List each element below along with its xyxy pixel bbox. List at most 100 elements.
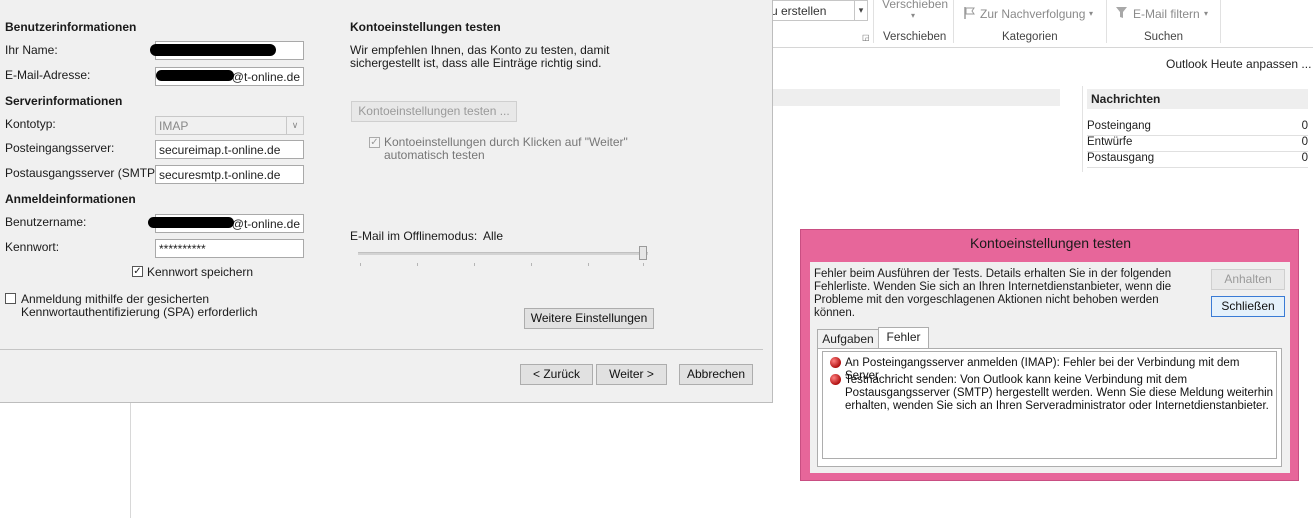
password-field[interactable]: ********** <box>155 239 304 258</box>
offline-mode-label: E-Mail im Offlinemodus: <box>350 229 478 243</box>
spa-label-line2: Kennwortauthentifizierung (SPA) erforder… <box>21 305 258 319</box>
email-label: E-Mail-Adresse: <box>5 68 91 82</box>
outgoing-server-value: securesmtp.t-online.de <box>159 168 281 182</box>
chevron-down-icon: ▾ <box>1089 9 1094 18</box>
messages-row-label: Postausgang <box>1087 152 1155 164</box>
filter-email-button[interactable]: E-Mail filtern <box>1133 7 1200 21</box>
quick-steps-combo[interactable]: u erstellen ▾ <box>768 0 868 21</box>
auto-test-label-line2: automatisch testen <box>384 148 485 162</box>
divider <box>1082 86 1083 172</box>
test-account-settings-dialog: Kontoeinstellungen testen Fehler beim Au… <box>800 229 1299 481</box>
username-field-value: @t-online.de <box>231 217 300 231</box>
auto-test-checkbox: ✓ <box>369 137 380 148</box>
ribbon-separator <box>873 0 874 43</box>
section-header-test: Kontoeinstellungen testen <box>350 20 501 34</box>
customize-outlook-today-link[interactable]: Outlook Heute anpassen ... <box>1166 57 1311 71</box>
account-type-label: Kontotyp: <box>5 117 56 131</box>
group-label-move: Verschieben <box>883 31 947 43</box>
slider-tick <box>643 263 644 266</box>
slider-tick <box>588 263 589 266</box>
slider-tick <box>531 263 532 266</box>
quick-steps-combo-text: u erstellen <box>771 4 827 18</box>
chevron-down-icon: ▾ <box>1204 9 1209 18</box>
spa-label-line1: Anmeldung mithilfe der gesicherten <box>21 292 210 306</box>
dialog-launcher-icon[interactable]: ◲ <box>862 33 870 42</box>
messages-row-label: Posteingang <box>1087 120 1151 132</box>
offline-slider-track[interactable] <box>358 252 648 255</box>
test-message-line2: Fehlerliste. Wenden Sie sich an Ihren In… <box>814 281 1172 293</box>
incoming-server-value: secureimap.t-online.de <box>159 143 281 157</box>
checkmark-icon: ✓ <box>133 266 142 277</box>
next-button[interactable]: Weiter > <box>596 364 667 385</box>
test-dialog-body: Fehler beim Ausführen der Tests. Details… <box>810 262 1290 473</box>
section-header-user-info: Benutzerinformationen <box>5 20 137 34</box>
messages-row-drafts[interactable]: Entwürfe 0 <box>1087 135 1308 152</box>
error-icon <box>830 374 841 385</box>
cancel-button[interactable]: Abbrechen <box>679 364 753 385</box>
outgoing-server-label: Postausgangsserver (SMTP): <box>5 166 163 180</box>
spa-checkbox[interactable] <box>5 293 16 304</box>
test-dialog-title: Kontoeinstellungen testen <box>969 235 1132 251</box>
password-field-value: ********** <box>159 242 206 256</box>
slider-tick <box>417 263 418 266</box>
account-type-value: IMAP <box>159 119 189 133</box>
name-label: Ihr Name: <box>5 43 58 57</box>
save-password-checkbox[interactable]: ✓ <box>132 266 143 277</box>
password-label: Kennwort: <box>5 240 60 254</box>
test-message-line3: Probleme mit den vorgeschlagenen Aktione… <box>814 294 1159 306</box>
follow-up-button[interactable]: Zur Nachverfolgung <box>980 7 1085 21</box>
chevron-down-icon: ▾ <box>911 11 916 20</box>
email-field-value: @t-online.de <box>231 70 300 84</box>
slider-tick <box>360 263 361 266</box>
account-settings-dialog: Benutzerinformationen Ihr Name: E-Mail-A… <box>0 0 773 403</box>
account-type-select: IMAP ∨ <box>155 116 304 135</box>
outgoing-server-field[interactable]: securesmtp.t-online.de <box>155 165 304 184</box>
back-button[interactable]: < Zurück <box>520 364 593 385</box>
test-message-line4: können. <box>814 307 855 319</box>
group-label-categories: Kategorien <box>1002 31 1058 43</box>
folder-pane <box>0 403 131 518</box>
error-item-text: Postausgangsserver (SMTP) hergestellt we… <box>845 387 1274 399</box>
test-description-line1: Wir empfehlen Ihnen, das Konto zu testen… <box>350 43 610 57</box>
test-account-settings-button: Kontoeinstellungen testen ... <box>351 101 517 122</box>
error-list[interactable]: An Posteingangsserver anmelden (IMAP): F… <box>822 351 1277 459</box>
slider-tick <box>474 263 475 266</box>
dropdown-arrow-icon: ∨ <box>286 117 303 134</box>
tab-errors[interactable]: Fehler <box>878 327 929 349</box>
more-settings-button[interactable]: Weitere Einstellungen <box>524 308 654 329</box>
username-label: Benutzername: <box>5 215 87 229</box>
flag-icon <box>963 6 975 23</box>
footer-divider <box>0 349 763 350</box>
dropdown-arrow-icon[interactable]: ▾ <box>854 1 867 20</box>
error-item-text: Testnachricht senden: Von Outlook kann k… <box>845 374 1188 386</box>
messages-row-count: 0 <box>1301 136 1308 148</box>
close-button[interactable]: Schließen <box>1211 296 1285 317</box>
tab-panel: An Posteingangsserver anmelden (IMAP): F… <box>817 349 1282 467</box>
ribbon-separator <box>1220 0 1221 43</box>
test-description-line2: sichergestellt ist, dass alle Einträge r… <box>350 56 602 70</box>
ribbon-separator <box>953 0 954 43</box>
messages-row-inbox[interactable]: Posteingang 0 <box>1087 119 1308 136</box>
tab-tasks[interactable]: Aufgaben <box>817 329 879 349</box>
offline-mode-value: Alle <box>483 229 504 243</box>
stop-button: Anhalten <box>1211 269 1285 290</box>
messages-row-count: 0 <box>1301 152 1308 164</box>
section-header-server-info: Serverinformationen <box>5 94 123 108</box>
offline-slider-thumb[interactable] <box>639 246 647 260</box>
save-password-label: Kennwort speichern <box>147 265 254 279</box>
redaction-mark <box>148 217 234 228</box>
checkmark-icon: ✓ <box>370 137 379 148</box>
messages-row-count: 0 <box>1301 120 1308 132</box>
auto-test-label-line1: Kontoeinstellungen durch Klicken auf "We… <box>384 135 628 149</box>
section-header-login-info: Anmeldeinformationen <box>5 192 136 206</box>
messages-section-title: Nachrichten <box>1087 89 1308 109</box>
error-icon <box>830 357 841 368</box>
group-label-search: Suchen <box>1144 31 1184 43</box>
outlook-today-header-bar <box>773 89 1060 106</box>
test-message-line1: Fehler beim Ausführen der Tests. Details… <box>814 268 1172 280</box>
ribbon-separator <box>1106 0 1107 43</box>
incoming-server-field[interactable]: secureimap.t-online.de <box>155 140 304 159</box>
incoming-server-label: Posteingangsserver: <box>5 141 115 155</box>
messages-row-outbox[interactable]: Postausgang 0 <box>1087 151 1308 168</box>
move-button[interactable]: Verschieben <box>882 0 948 11</box>
